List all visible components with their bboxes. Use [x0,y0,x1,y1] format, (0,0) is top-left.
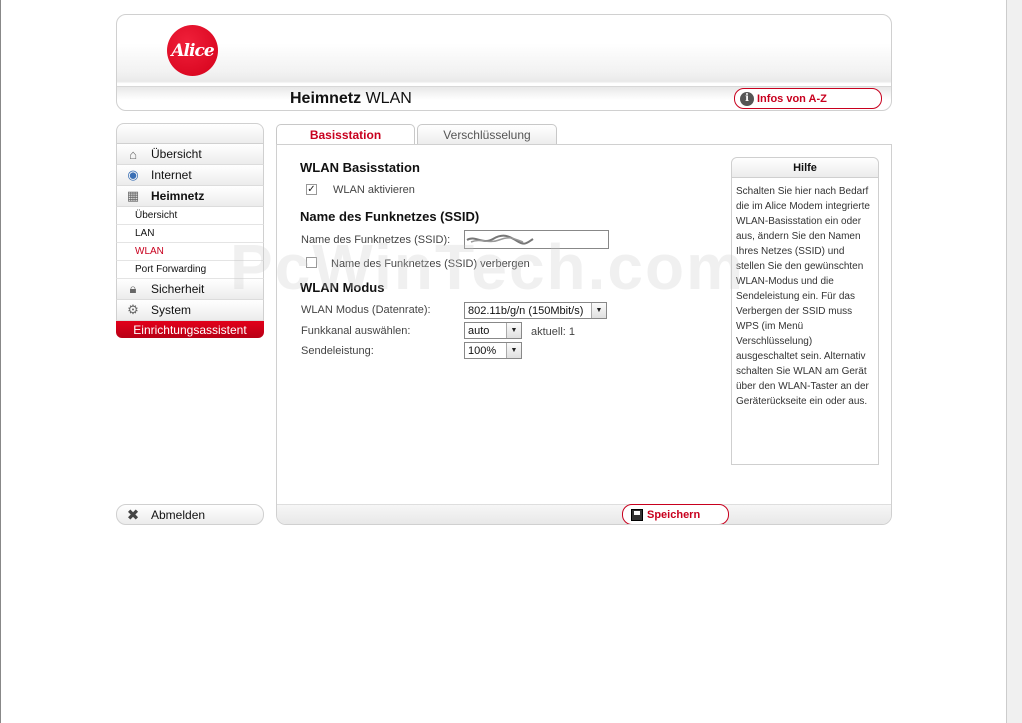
tab-basisstation[interactable]: Basisstation [276,124,415,145]
info-icon: i [740,91,754,106]
lock-icon: 🔒︎ [129,281,137,296]
sidebar-nav: ⌂ Übersicht ◉ Internet ▦ Heimnetz Übersi… [116,123,264,338]
page-title-page: WLAN [365,90,412,107]
save-button[interactable]: Speichern [622,504,729,524]
header: Alice Heimnetz WLAN i Infos von A-Z [116,14,892,111]
sidebar-item-label: Sicherheit [151,282,205,296]
close-icon: ✖ [126,506,140,524]
save-disk-icon [631,508,643,521]
power-label: Sendeleistung: [301,345,374,357]
network-icon: ▦ [126,188,140,203]
section-title-basisstation: WLAN Basisstation [300,160,420,175]
main-footer [277,504,891,524]
section-title-ssid: Name des Funknetzes (SSID) [300,209,480,224]
ssid-label: Name des Funknetzes (SSID): [301,234,451,246]
mode-label: WLAN Modus (Datenrate): [301,304,431,316]
sidebar-item-internet[interactable]: ◉ Internet [116,165,264,186]
sidebar-item-label: System [151,303,192,317]
logout-button[interactable]: ✖ Abmelden [116,504,264,525]
globe-icon: ◉ [127,167,139,182]
page-title: Heimnetz WLAN [290,90,412,108]
sidebar-item-uebersicht[interactable]: ⌂ Übersicht [116,144,264,165]
main-panel: WLAN Basisstation ✓ WLAN aktivieren Name… [276,144,892,525]
section-title-wlan-modus: WLAN Modus [300,280,385,295]
ssid-hide-label: Name des Funknetzes (SSID) verbergen [331,258,530,270]
sidebar-item-sicherheit[interactable]: 🔒︎ Sicherheit [116,279,264,300]
infos-a-z-label: Infos von A-Z [757,92,827,105]
sidebar-item-label: Heimnetz [151,189,205,203]
chevron-down-icon: ▼ [506,343,521,358]
gear-icon: ⚙ [127,302,139,317]
wlan-activate-label: WLAN aktivieren [333,184,415,196]
power-select-value: 100% [468,344,497,357]
wlan-activate-checkbox[interactable]: ✓ [306,184,317,195]
sidebar-subitem-uebersicht[interactable]: Übersicht [116,207,264,225]
logout-label: Abmelden [151,507,206,522]
vertical-scrollbar[interactable] [1006,0,1022,723]
channel-label: Funkkanal auswählen: [301,325,411,337]
tab-verschluesselung[interactable]: Verschlüsselung [417,124,557,145]
sidebar-item-system[interactable]: ⚙ System [116,300,264,321]
help-title: Hilfe [732,158,878,178]
sidebar-item-label: Internet [151,168,192,182]
sidebar-item-heimnetz[interactable]: ▦ Heimnetz [116,186,264,207]
help-box: Hilfe Schalten Sie hier nach Bedarf die … [731,157,879,465]
mode-select-value: 802.11b/g/n (150Mbit/s) [468,304,584,317]
mode-select[interactable]: 802.11b/g/n (150Mbit/s) ▼ [464,302,607,319]
help-text: Schalten Sie hier nach Bedarf die im Ali… [736,186,870,407]
channel-current: aktuell: 1 [531,326,576,338]
alice-logo[interactable]: Alice [167,25,218,76]
chevron-down-icon: ▼ [591,303,606,318]
sidebar-subitem-lan[interactable]: LAN [116,225,264,243]
sidebar-subitem-wlan[interactable]: WLAN [116,243,264,261]
sidebar-item-label: Übersicht [151,147,202,161]
channel-select-value: auto [468,324,490,337]
channel-select[interactable]: auto ▼ [464,322,522,339]
einrichtungsassistent-button[interactable]: Einrichtungsassistent [116,321,264,338]
house-icon: ⌂ [129,146,137,162]
ssid-hide-checkbox[interactable] [306,257,317,268]
power-select[interactable]: 100% ▼ [464,342,522,359]
sidebar-cap [116,123,264,144]
sidebar-subitem-port-forwarding[interactable]: Port Forwarding [116,261,264,279]
save-label: Speichern [647,508,701,521]
infos-a-z-button[interactable]: i Infos von A-Z [734,88,882,109]
redacted-scribble [466,234,534,245]
ssid-input[interactable] [464,230,609,249]
page-title-section: Heimnetz [290,90,362,107]
chevron-down-icon: ▼ [506,323,521,338]
